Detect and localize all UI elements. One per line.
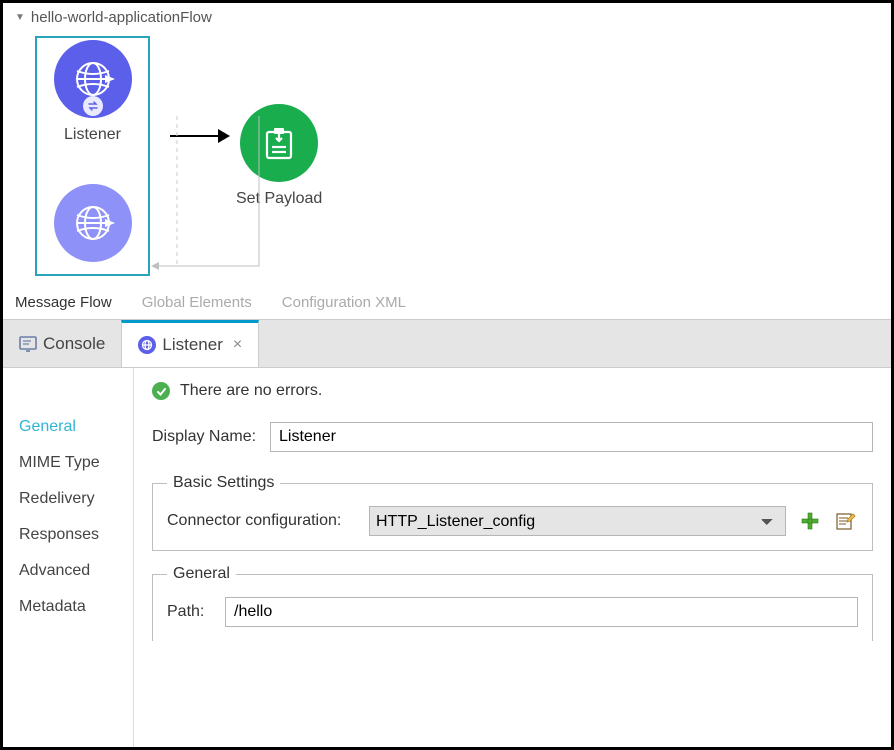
tab-configuration-xml[interactable]: Configuration XML <box>282 294 406 311</box>
sidebar-item-redelivery[interactable]: Redelivery <box>19 490 133 508</box>
close-icon[interactable]: × <box>233 336 242 354</box>
sidebar-item-metadata[interactable]: Metadata <box>19 598 133 616</box>
clipboard-download-icon <box>259 123 299 163</box>
listener-tab-icon <box>138 336 156 354</box>
path-input[interactable] <box>225 597 858 627</box>
tab-console[interactable]: Console <box>3 320 121 367</box>
globe-arrow-icon <box>71 201 115 245</box>
connector-config-select[interactable]: HTTP_Listener_config <box>369 506 786 536</box>
flow-arrow <box>170 129 230 143</box>
globe-arrow-icon <box>71 57 115 101</box>
properties-side-nav: General MIME Type Redelivery Responses A… <box>3 368 134 747</box>
sidebar-item-responses[interactable]: Responses <box>19 526 133 544</box>
listener-node[interactable] <box>54 40 132 118</box>
add-config-button[interactable] <box>798 509 822 533</box>
console-icon <box>19 335 37 353</box>
listener-node-selection[interactable]: Listener <box>35 36 150 276</box>
tab-message-flow[interactable]: Message Flow <box>15 294 112 311</box>
connector-config-label: Connector configuration: <box>167 512 357 530</box>
tab-global-elements[interactable]: Global Elements <box>142 294 252 311</box>
properties-pane: General MIME Type Redelivery Responses A… <box>3 367 891 747</box>
check-circle-icon <box>152 382 170 400</box>
basic-settings-legend: Basic Settings <box>167 474 280 492</box>
display-name-row: Display Name: <box>152 422 873 452</box>
display-name-input[interactable] <box>270 422 873 452</box>
plus-icon <box>800 511 820 531</box>
listener-node-label: Listener <box>64 126 121 144</box>
set-payload-node-wrap[interactable]: Set Payload <box>236 104 322 208</box>
basic-settings-group: Basic Settings Connector configuration: … <box>152 474 873 551</box>
edit-icon <box>836 511 856 531</box>
properties-form: There are no errors. Display Name: Basic… <box>134 368 891 747</box>
general-legend: General <box>167 565 236 583</box>
exchange-badge-icon <box>83 96 103 116</box>
status-row: There are no errors. <box>152 382 873 400</box>
set-payload-node[interactable] <box>240 104 318 182</box>
path-label: Path: <box>167 603 213 621</box>
flow-canvas: ▼ hello-world-applicationFlow <box>3 3 891 294</box>
collapse-caret-icon[interactable]: ▼ <box>15 12 25 23</box>
sidebar-item-mime-type[interactable]: MIME Type <box>19 454 133 472</box>
general-group: General Path: <box>152 565 873 641</box>
flow-title: hello-world-applicationFlow <box>31 9 212 26</box>
sidebar-item-general[interactable]: General <box>19 418 133 436</box>
listener-response-node[interactable] <box>54 184 132 262</box>
flow-title-row[interactable]: ▼ hello-world-applicationFlow <box>15 9 891 26</box>
edit-config-button[interactable] <box>834 509 858 533</box>
set-payload-node-label: Set Payload <box>236 190 322 208</box>
tab-listener[interactable]: Listener × <box>121 320 259 367</box>
tab-console-label: Console <box>43 334 105 354</box>
sidebar-item-advanced[interactable]: Advanced <box>19 562 133 580</box>
status-text: There are no errors. <box>180 382 322 400</box>
view-tabbar: Console Listener × <box>3 319 891 367</box>
editor-tab-row: Message Flow Global Elements Configurati… <box>3 294 891 319</box>
tab-listener-label: Listener <box>162 335 222 355</box>
display-name-label: Display Name: <box>152 428 258 446</box>
